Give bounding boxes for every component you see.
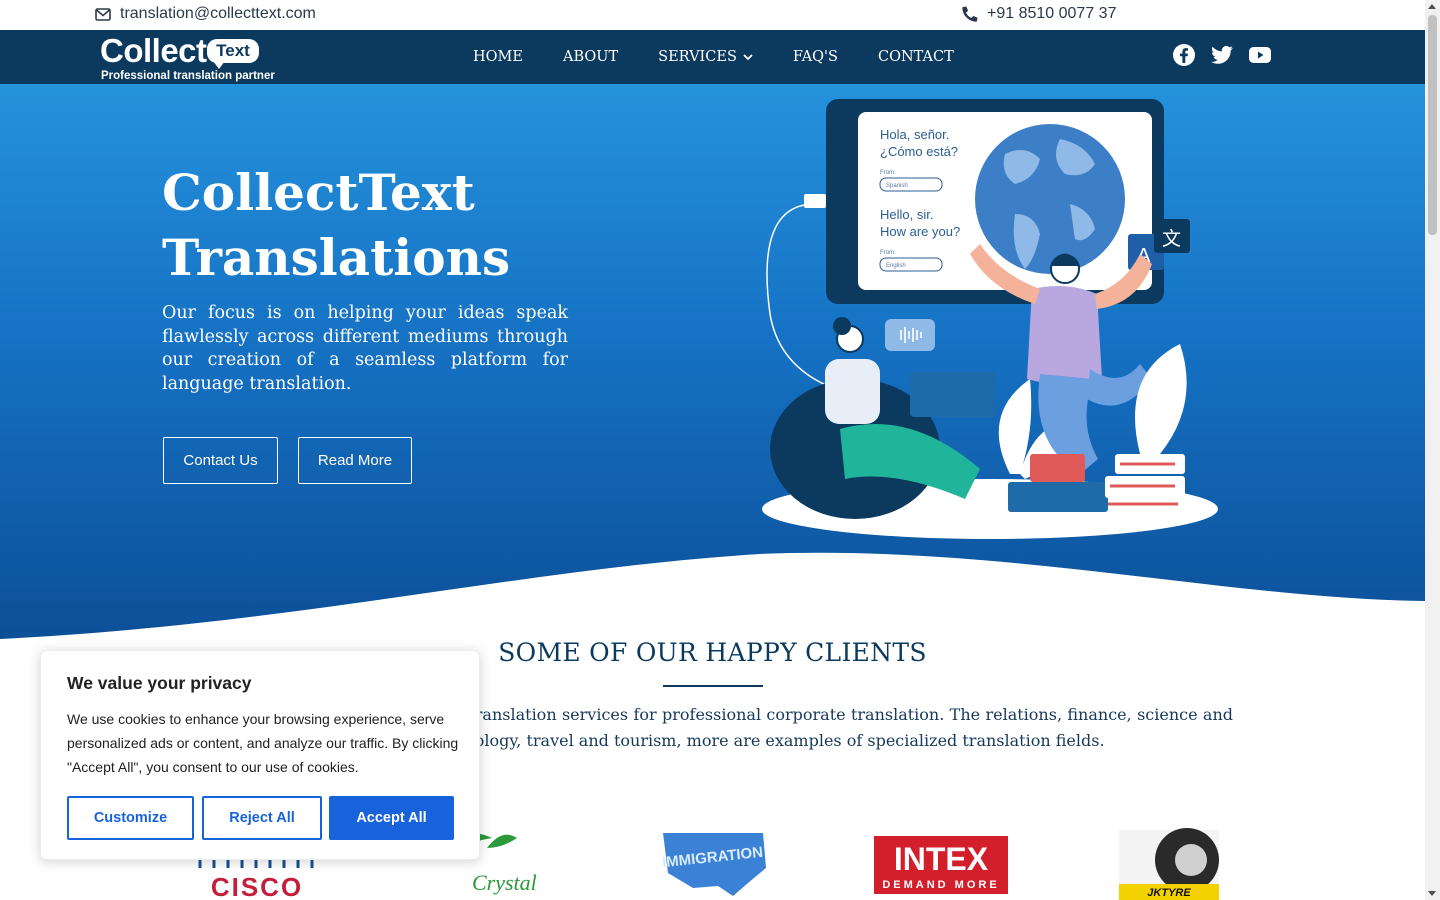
client-logo-immigration: IMMIGRATION [658,828,768,900]
phone-icon [962,6,978,22]
spanish-line2: ¿Cómo está? [880,144,958,159]
hero-lead: Our focus is on helping your ideas speak… [162,303,568,394]
hero-wave-divider [0,552,1425,644]
facebook-icon[interactable] [1172,43,1196,67]
email-contact[interactable]: translation@collecttext.com [95,5,316,23]
nav-menu: HOME ABOUT SERVICES FAQ'S CONTACT [473,30,994,84]
hero-title-line1: CollectText [162,163,475,222]
badge-zh: 文 [1162,228,1181,250]
phone-contact[interactable]: +91 8510 0077 37 [962,5,1116,23]
cisco-text: CISCO [211,872,303,900]
client-logo-intex: INTEX DEMAND MORE [873,828,1009,900]
nav-label: HOME [473,49,523,65]
nav-item-home[interactable]: HOME [473,49,523,65]
jktyre-text: JKTYRE [1147,887,1191,899]
site-logo[interactable]: Collect Text Professional translation pa… [100,32,275,83]
cookie-title: We value your privacy [67,673,252,693]
scroll-thumb[interactable] [1428,15,1437,235]
select-spanish: Spanish [886,183,908,189]
main-navigation: Collect Text Professional translation pa… [0,30,1425,84]
customize-button[interactable]: Customize [67,796,194,840]
accept-all-button[interactable]: Accept All [329,796,454,840]
nav-item-faqs[interactable]: FAQ'S [793,49,838,65]
logo-brand: Collect [100,32,207,69]
reject-all-button[interactable]: Reject All [202,796,322,840]
nav-label: FAQ'S [792,49,838,65]
translation-illustration: Hola, señor. ¿Cómo está? From: Spanish H… [762,99,1218,539]
envelope-icon [95,7,111,21]
top-contact-bar: translation@collecttext.com +91 8510 007… [0,0,1425,30]
cookie-text: We use cookies to enhance your browsing … [67,711,459,775]
nav-item-about[interactable]: ABOUT [563,49,618,65]
english-line1: Hello, sir. [880,207,933,222]
logo-tagline: Professional translation partner [101,70,275,82]
social-links [1172,43,1272,67]
client-logo-jktyre: JKTYRE [1119,828,1219,900]
contact-us-button[interactable]: Contact Us [163,437,278,484]
from-label-1: From: [880,170,896,176]
scroll-down-arrow[interactable] [1428,891,1436,896]
intex-tagline: DEMAND MORE [882,879,999,891]
from-label-2: From: [880,250,896,256]
english-line2: How are you? [880,224,960,239]
nav-item-services[interactable]: SERVICES [658,49,753,65]
select-english: English [886,263,906,269]
title-underline [663,685,763,687]
nav-label: CONTACT [877,49,954,65]
nav-label: ABOUT [562,49,619,65]
crystal-text: Crystal [472,870,537,895]
scroll-up-arrow[interactable] [1428,4,1436,9]
intex-text: INTEX [894,841,989,877]
chevron-down-icon [743,53,753,60]
read-more-button[interactable]: Read More [298,437,412,484]
hero-title: CollectText Translations [162,160,722,290]
hero-section: CollectText Translations Our focus is on… [0,84,1425,644]
youtube-icon[interactable] [1248,43,1272,67]
twitter-icon[interactable] [1210,43,1234,67]
cookie-consent-banner: We value your privacy We use cookies to … [40,650,480,860]
email-text[interactable]: translation@collecttext.com [120,5,316,23]
nav-item-contact[interactable]: CONTACT [878,49,954,65]
phone-text[interactable]: +91 8510 0077 37 [987,5,1116,23]
page-scrollbar[interactable] [1425,0,1440,900]
hero-title-line2: Translations [162,228,511,287]
spanish-line1: Hola, señor. [880,127,949,142]
logo-bubble: Text [207,39,259,69]
nav-label: SERVICES [658,49,737,65]
